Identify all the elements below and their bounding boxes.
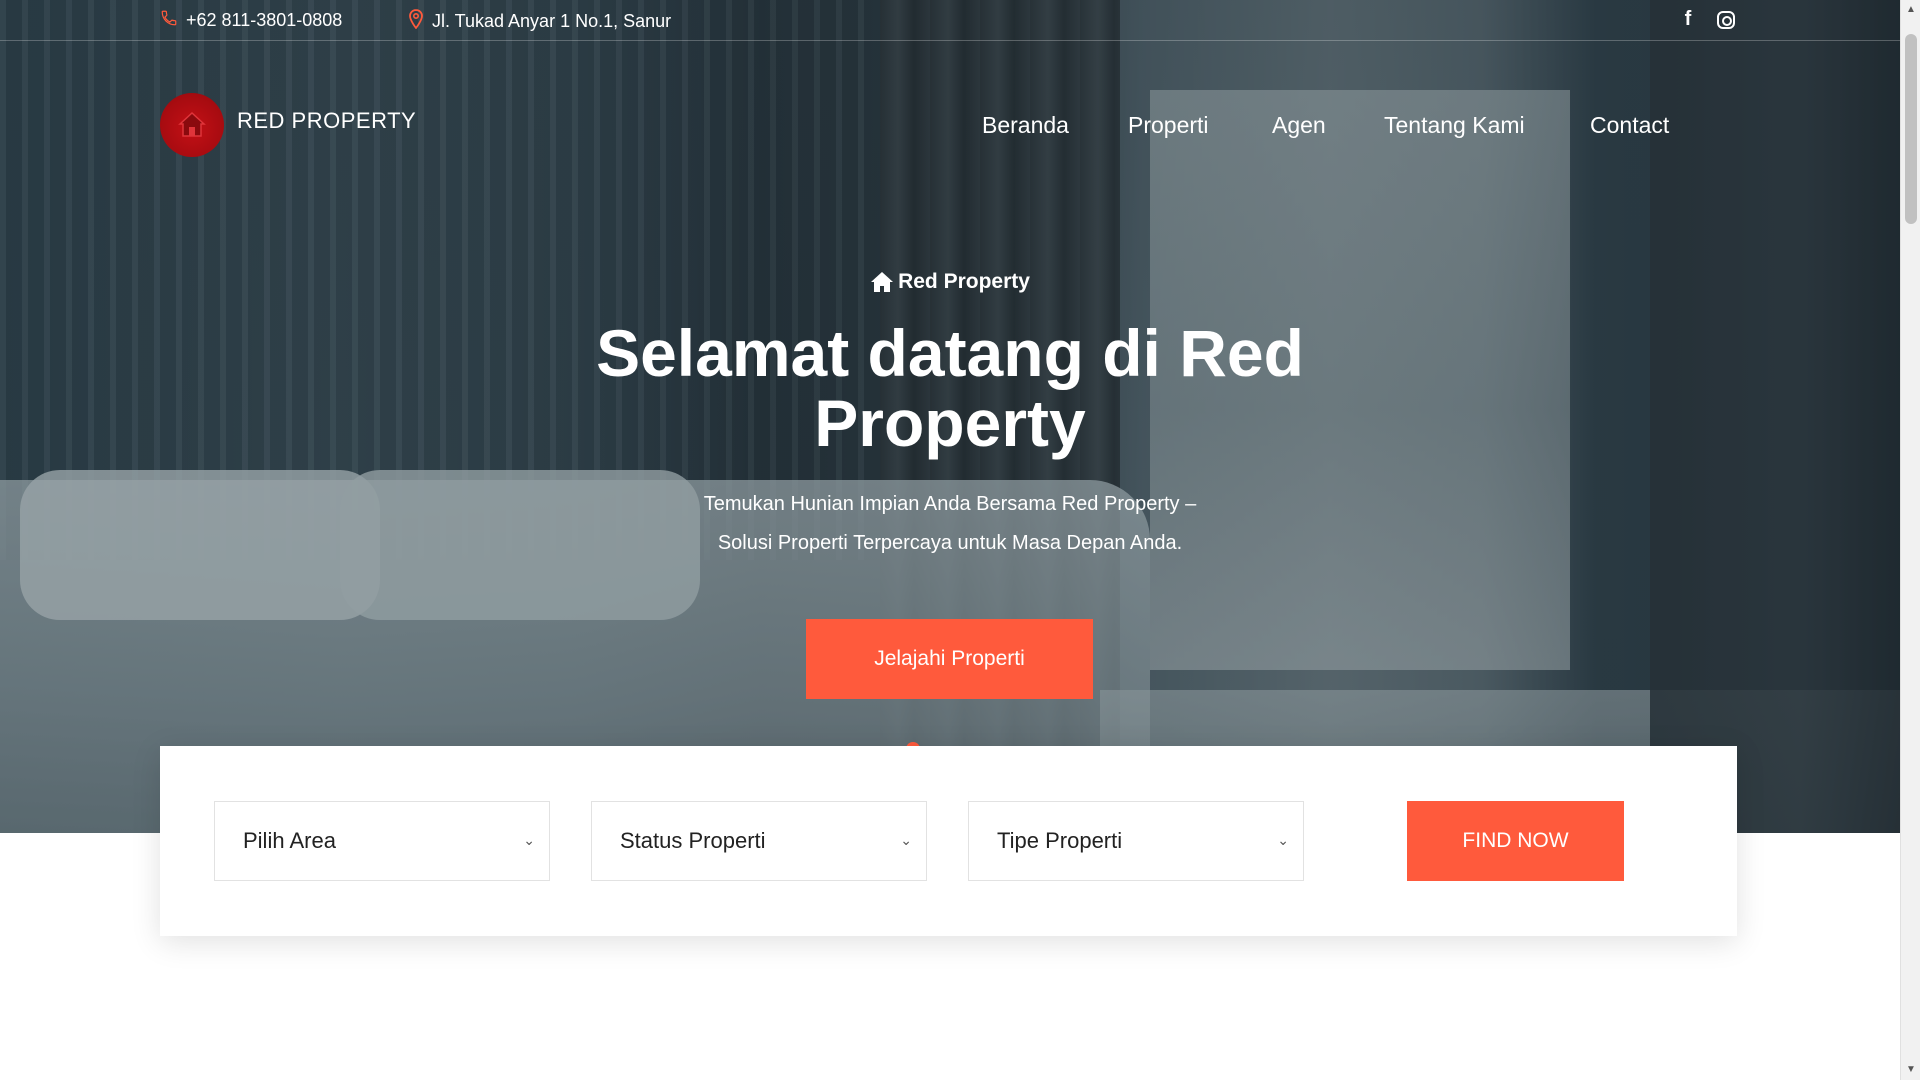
explore-properties-button[interactable]: Jelajahi Properti: [806, 619, 1093, 699]
phone-contact[interactable]: +62 811-3801-0808: [160, 9, 342, 32]
home-icon: [871, 272, 894, 292]
hero-headline: Selamat datang di Red Property: [500, 318, 1400, 458]
hero-eyebrow: Red Property: [0, 270, 1900, 294]
chevron-down-icon: ⌄: [900, 832, 912, 848]
facebook-icon[interactable]: f: [1676, 7, 1700, 31]
property-search-panel: Pilih Area ⌄ Status Properti ⌄ Tipe Prop…: [160, 746, 1737, 936]
nav-agen[interactable]: Agen: [1272, 112, 1326, 139]
address-text: Jl. Tukad Anyar 1 No.1, Sanur: [432, 11, 672, 31]
house-logo-icon: [178, 111, 206, 137]
address-info: Jl. Tukad Anyar 1 No.1, Sanur: [408, 9, 671, 34]
type-select-label: Tipe Properti: [997, 828, 1123, 853]
nav-beranda[interactable]: Beranda: [982, 112, 1069, 139]
hero-subtitle-line2: Solusi Properti Terpercaya untuk Masa De…: [717, 532, 1183, 554]
page-scrollbar[interactable]: ▲ ▼: [1900, 0, 1920, 1080]
map-pin-icon: [408, 9, 424, 34]
instagram-icon[interactable]: [1717, 11, 1735, 29]
scrollbar-thumb[interactable]: [1905, 34, 1917, 224]
brand-name[interactable]: RED PROPERTY: [237, 108, 416, 134]
type-select[interactable]: Tipe Properti ⌄: [968, 801, 1304, 881]
phone-icon: [160, 9, 178, 32]
phone-number: +62 811-3801-0808: [186, 10, 343, 30]
scroll-up-arrow-icon[interactable]: ▲: [1905, 4, 1917, 16]
nav-contact[interactable]: Contact: [1590, 112, 1669, 139]
hero-subtitle-line1: Temukan Hunian Impian Anda Bersama Red P…: [703, 493, 1197, 515]
chevron-down-icon: ⌄: [1277, 832, 1289, 848]
hero-headline-line1: Selamat datang di Red: [596, 316, 1304, 390]
scroll-down-arrow-icon[interactable]: ▼: [1905, 1064, 1917, 1076]
chevron-down-icon: ⌄: [523, 832, 535, 848]
status-select[interactable]: Status Properti ⌄: [591, 801, 927, 881]
status-select-label: Status Properti: [620, 828, 766, 853]
hero-headline-line2: Property: [814, 386, 1086, 460]
brand-logo[interactable]: [160, 93, 224, 157]
nav-tentang-kami[interactable]: Tentang Kami: [1384, 112, 1525, 139]
find-now-button[interactable]: FIND NOW: [1407, 801, 1624, 881]
area-select-label: Pilih Area: [243, 828, 336, 853]
hero-eyebrow-text: Red Property: [898, 270, 1030, 293]
nav-properti[interactable]: Properti: [1128, 112, 1209, 139]
hero-section: +62 811-3801-0808 Jl. Tukad Anyar 1 No.1…: [0, 0, 1900, 833]
top-info-bar: +62 811-3801-0808 Jl. Tukad Anyar 1 No.1…: [0, 0, 1900, 41]
area-select[interactable]: Pilih Area ⌄: [214, 801, 550, 881]
